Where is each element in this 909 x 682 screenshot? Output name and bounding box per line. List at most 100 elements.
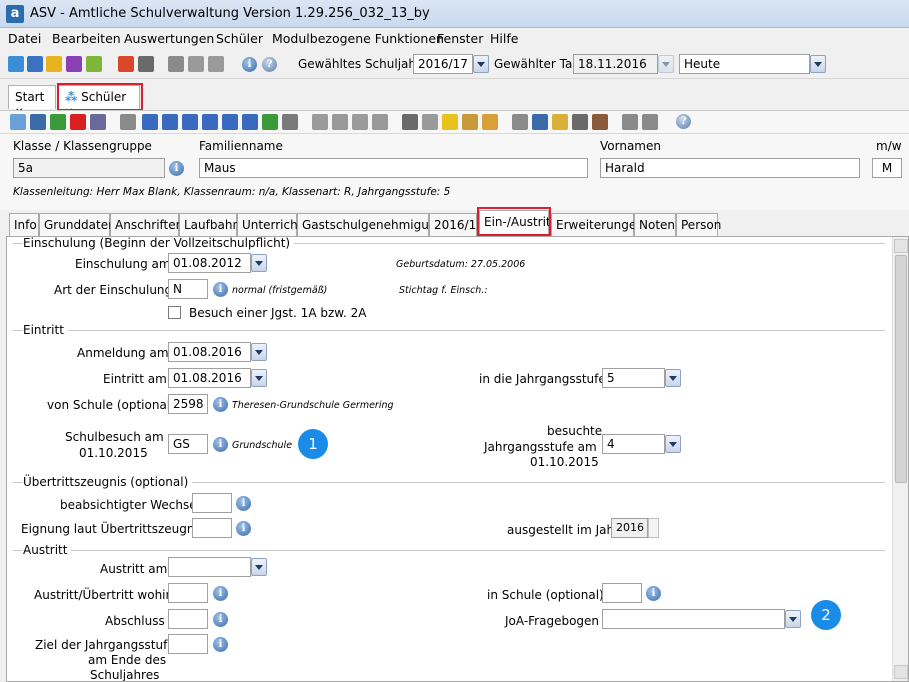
vornamen-field[interactable]: Harald (600, 158, 860, 178)
previous-page-icon[interactable] (162, 114, 178, 130)
print-icon[interactable] (402, 114, 418, 130)
vonschule-field[interactable]: 2598 (168, 394, 208, 414)
card-icon[interactable] (572, 114, 588, 130)
bell-icon[interactable] (462, 114, 478, 130)
vertical-scrollbar[interactable] (892, 237, 908, 681)
anmeldung-field[interactable]: 01.08.2016 (168, 342, 251, 362)
clock-icon[interactable] (482, 114, 498, 130)
refresh-icon[interactable] (262, 114, 278, 130)
chevron-down-icon[interactable] (251, 343, 267, 361)
home-icon[interactable] (622, 114, 638, 130)
info-icon[interactable]: i (213, 397, 228, 412)
chevron-down-icon[interactable] (785, 610, 801, 628)
schuljahr-select[interactable]: 2016/17 (413, 54, 473, 74)
chevron-down-icon[interactable] (251, 254, 267, 272)
first-record-icon[interactable] (142, 114, 158, 130)
folder-icon[interactable] (552, 114, 568, 130)
info-icon[interactable]: i (236, 521, 251, 536)
copy-icon[interactable] (168, 56, 184, 72)
info-icon[interactable]: i (213, 586, 228, 601)
undo-icon[interactable] (50, 114, 66, 130)
info-icon[interactable]: i (236, 496, 251, 511)
tab-noten[interactable]: Noten (634, 213, 676, 236)
info-icon[interactable]: i (213, 437, 228, 452)
delete-icon[interactable] (70, 114, 86, 130)
photo-icon[interactable] (592, 114, 608, 130)
tab-person[interactable]: Person (676, 213, 721, 236)
last-record-icon[interactable] (242, 114, 258, 130)
ausgestellt-spinner[interactable]: 2016 (611, 518, 648, 538)
wohin-field[interactable] (168, 583, 208, 603)
chevron-down-icon[interactable] (658, 55, 674, 73)
art-field[interactable]: N (168, 279, 208, 299)
group-icon[interactable] (512, 114, 528, 130)
person-icon[interactable] (532, 114, 548, 130)
besuch-checkbox[interactable] (168, 306, 181, 319)
einschulung-am-field[interactable]: 01.08.2012 (168, 253, 251, 273)
print-list-icon[interactable] (138, 56, 154, 72)
tab-grunddaten[interactable]: Grunddaten (39, 213, 116, 236)
teachers-icon[interactable] (46, 56, 62, 72)
mw-field[interactable]: M (872, 158, 902, 178)
schule-field[interactable] (602, 583, 642, 603)
besuchte-select[interactable]: 4 (602, 434, 665, 454)
cut-icon[interactable] (332, 114, 348, 130)
tab-erweiterungen[interactable]: Erweiterungen (551, 213, 644, 236)
menu-auswertungen[interactable]: Auswertungen (124, 31, 214, 46)
joa-select[interactable] (602, 609, 785, 629)
lightning-icon[interactable] (208, 56, 224, 72)
spinner-arrows-icon[interactable] (648, 518, 659, 538)
students-icon[interactable] (8, 56, 24, 72)
tab-2016-17[interactable]: 2016/17 (429, 213, 484, 236)
menu-fenster[interactable]: Fenster (437, 31, 483, 46)
report-icon[interactable] (188, 56, 204, 72)
chevron-down-icon[interactable] (665, 435, 681, 453)
tab-anschriften[interactable]: Anschriften (110, 213, 183, 236)
new-icon[interactable] (10, 114, 26, 130)
preview-icon[interactable] (422, 114, 438, 130)
menu-bearbeiten[interactable]: Bearbeiten (52, 31, 121, 46)
heute-select[interactable]: Heute (679, 54, 810, 74)
info-icon[interactable]: i (242, 57, 257, 72)
chevron-down-icon[interactable] (473, 55, 489, 73)
home-alt-icon[interactable] (642, 114, 658, 130)
scroll-up-icon[interactable] (894, 239, 908, 253)
lightbulb-icon[interactable] (442, 114, 458, 130)
note-icon[interactable] (86, 56, 102, 72)
copy-icon[interactable] (352, 114, 368, 130)
klasse-field[interactable]: 5a (13, 158, 165, 178)
menu-modulbezogene-funktionen[interactable]: Modulbezogene Funktionen (272, 31, 444, 46)
scrollbar-thumb[interactable] (895, 255, 907, 483)
chevron-down-icon[interactable] (665, 369, 681, 387)
scroll-down-icon[interactable] (894, 665, 908, 679)
eignung-field[interactable] (192, 518, 232, 538)
wechsel-field[interactable] (192, 493, 232, 513)
tab-unterricht[interactable]: Unterricht (237, 213, 302, 236)
class-icon[interactable] (27, 56, 43, 72)
paste-icon[interactable] (372, 114, 388, 130)
chevron-down-icon[interactable] (251, 369, 267, 387)
back-icon[interactable] (312, 114, 328, 130)
tag-field[interactable]: 18.11.2016 (573, 54, 658, 74)
next-page-icon[interactable] (222, 114, 238, 130)
info-icon[interactable]: i (213, 282, 228, 297)
info-icon[interactable]: i (169, 161, 184, 176)
details-icon[interactable] (282, 114, 298, 130)
previous-record-icon[interactable] (182, 114, 198, 130)
schulbesuch-field[interactable]: GS (168, 434, 208, 454)
info-icon[interactable]: i (213, 637, 228, 652)
menu-schueler[interactable]: Schüler (216, 31, 263, 46)
chevron-down-icon[interactable] (810, 55, 826, 73)
menu-datei[interactable]: Datei (8, 31, 41, 46)
familienname-field[interactable]: Maus (199, 158, 588, 178)
help-icon[interactable]: ? (676, 114, 691, 129)
tab-start[interactable]: Start ✕ (8, 85, 56, 118)
form-icon[interactable] (90, 114, 106, 130)
next-record-icon[interactable] (202, 114, 218, 130)
help-icon[interactable]: ? (262, 57, 277, 72)
jgst-select[interactable]: 5 (602, 368, 665, 388)
list-icon[interactable] (120, 114, 136, 130)
info-icon[interactable]: i (646, 586, 661, 601)
austritt-am-field[interactable] (168, 557, 251, 577)
ziel-field[interactable] (168, 634, 208, 654)
